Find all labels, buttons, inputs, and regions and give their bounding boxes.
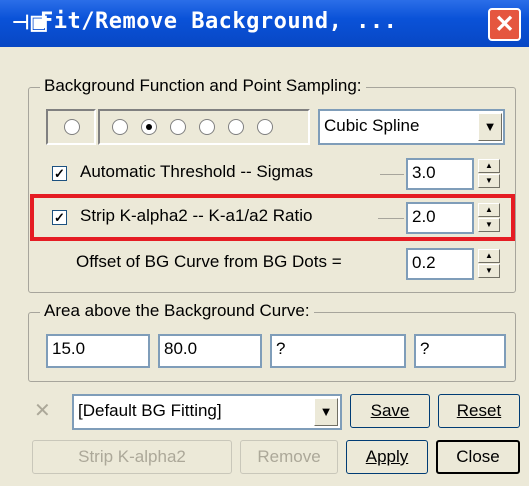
sigmas-spinner[interactable]: ▲ ▼ [478,159,500,189]
radio-option-3[interactable] [141,119,157,135]
area-field-2[interactable]: 80.0 [158,334,262,368]
save-button[interactable]: Save [350,394,430,428]
title-bar[interactable]: ⊣▣ Fit/Remove Background, ... ✕ [0,0,529,47]
area-field-4[interactable]: ? [414,334,506,368]
remove-button[interactable]: Remove [240,440,338,474]
auto-threshold-label: Automatic Threshold -- Sigmas [80,162,314,181]
offset-spinner[interactable]: ▲ ▼ [478,249,500,279]
preset-select[interactable]: [Default BG Fitting] [72,394,342,430]
sigmas-input[interactable]: 3.0 [406,158,474,190]
pin-icon: ⊣▣ [12,12,49,34]
apply-button[interactable]: Apply [346,440,428,474]
radio-option-5[interactable] [199,119,215,135]
spin-down-icon[interactable]: ▼ [478,174,500,188]
spin-up-icon[interactable]: ▲ [478,249,500,263]
close-window-button[interactable]: ✕ [488,8,521,41]
chevron-down-icon[interactable]: ▼ [314,398,338,426]
radio-option-4[interactable] [170,119,186,135]
area-legend: Area above the Background Curve: [40,301,314,321]
offset-input[interactable]: 0.2 [406,248,474,280]
function-select[interactable]: Cubic Spline [318,109,505,145]
radio-group-right [98,109,310,145]
highlight-box [30,194,515,241]
chevron-down-icon[interactable]: ▼ [478,113,502,141]
window-title: Fit/Remove Background, ... [40,9,398,34]
radio-option-1[interactable] [64,119,80,135]
radio-option-2[interactable] [112,119,128,135]
area-field-1[interactable]: 15.0 [46,334,150,368]
x-icon[interactable]: ✕ [34,398,51,423]
radio-group-left [46,109,96,145]
close-button[interactable]: Close [436,440,520,474]
radio-option-7[interactable] [257,119,273,135]
strip-kalpha2-button[interactable]: Strip K-alpha2 [32,440,232,474]
divider [380,174,404,175]
radio-option-6[interactable] [228,119,244,135]
fit-remove-background-dialog: ⊣▣ Fit/Remove Background, ... ✕ Backgrou… [0,0,529,486]
background-function-legend: Background Function and Point Sampling: [40,76,366,96]
area-field-3[interactable]: ? [270,334,406,368]
spin-up-icon[interactable]: ▲ [478,159,500,173]
reset-button[interactable]: Reset [438,394,520,428]
spin-down-icon[interactable]: ▼ [478,264,500,278]
auto-threshold-checkbox[interactable]: ✓ [52,166,67,181]
offset-label: Offset of BG Curve from BG Dots = [76,252,342,271]
